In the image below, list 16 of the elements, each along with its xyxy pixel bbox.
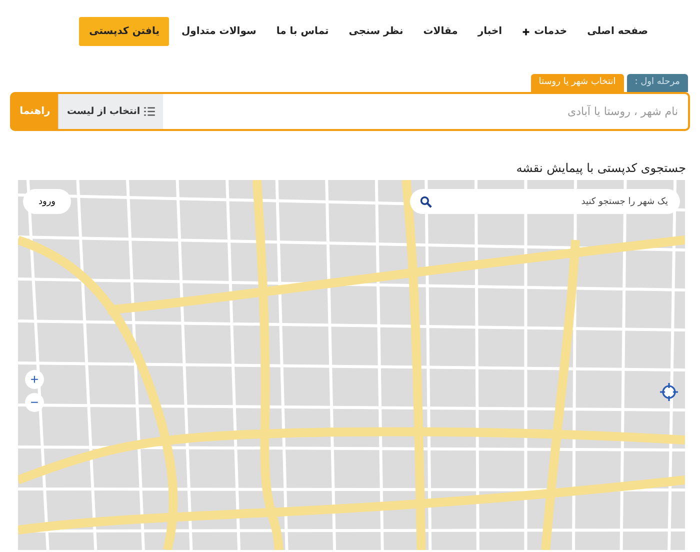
- find-postcode-button[interactable]: یافتن کدپستی: [79, 17, 170, 46]
- crosshair-icon[interactable]: [659, 382, 679, 402]
- map-search-field[interactable]: یک شهر را جستجو کنید: [410, 189, 680, 214]
- nav-link[interactable]: سوالات متداول: [173, 17, 264, 46]
- nav-link[interactable]: اخبار: [470, 17, 510, 46]
- login-button[interactable]: ورود: [23, 189, 71, 214]
- nav-link[interactable]: تماس با ما: [268, 17, 337, 46]
- nav-link[interactable]: صفحه اصلی: [579, 17, 656, 46]
- nav-link[interactable]: مقالات: [415, 17, 466, 46]
- nav-link[interactable]: خدمات: [514, 17, 576, 46]
- nav-link[interactable]: نظر سنجی: [340, 17, 412, 46]
- map-section-heading: جستجوی کدپستی با پیمایش نقشه: [515, 161, 686, 177]
- list-icon: [144, 107, 156, 116]
- search-icon: [420, 196, 432, 208]
- city-input-field[interactable]: نام شهر ، روستا یا آبادی: [163, 94, 688, 129]
- select-from-list-button[interactable]: انتخاب از لیست: [58, 94, 164, 129]
